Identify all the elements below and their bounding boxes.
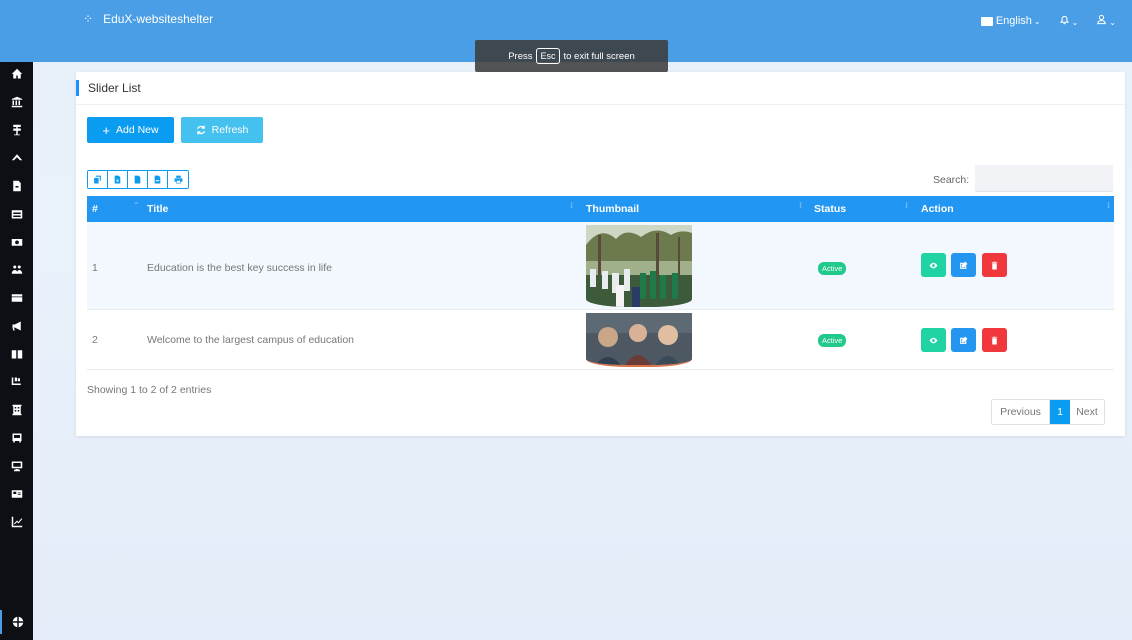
row-title: Welcome to the largest campus of educati… [147, 334, 355, 346]
bus-icon[interactable] [0, 426, 33, 450]
sort-icon: ⁝ [905, 201, 909, 210]
search-label: Search: [933, 174, 970, 186]
toast-press: Press [508, 50, 533, 62]
eye-icon [929, 337, 938, 343]
file-icon[interactable] [0, 174, 33, 198]
institution-icon[interactable] [0, 90, 33, 114]
delete-button[interactable] [982, 253, 1007, 277]
building-icon[interactable] [0, 398, 33, 422]
column-header-status[interactable]: Status [814, 203, 846, 215]
brand-title: EduX-websiteshelter [103, 12, 214, 26]
refresh-icon [196, 125, 205, 135]
search-input[interactable] [975, 165, 1113, 192]
id-card-icon[interactable] [0, 482, 33, 506]
toast-message: to exit full screen [563, 50, 635, 62]
notifications-menu[interactable]: ⌄ [1059, 14, 1079, 28]
book-icon[interactable] [0, 342, 33, 366]
column-header-action[interactable]: Action [921, 203, 954, 215]
users-icon[interactable] [0, 258, 33, 282]
chart-line-icon[interactable] [0, 510, 33, 534]
brand[interactable]: ⁘ EduX-websiteshelter [83, 12, 213, 26]
edit-icon [960, 261, 968, 269]
export-buttons [87, 170, 189, 189]
bullhorn-icon[interactable] [0, 314, 33, 338]
table-row: 1 Education is the best key success in l… [87, 222, 1114, 310]
delete-button[interactable] [982, 328, 1007, 352]
sidebar [0, 62, 33, 640]
camera-icon[interactable] [0, 230, 33, 254]
chevron-down-icon: ⌄ [1071, 18, 1079, 27]
slider-list-panel: Slider List + Add New Refresh Search: # … [76, 72, 1125, 436]
previous-page-button[interactable]: Previous [992, 400, 1050, 424]
view-button[interactable] [921, 253, 946, 277]
print-icon[interactable] [168, 171, 188, 188]
graduation-cap-icon[interactable] [0, 146, 33, 170]
refresh-button[interactable]: Refresh [181, 117, 263, 143]
plus-icon: + [102, 122, 110, 138]
page-1-button[interactable]: 1 [1050, 400, 1070, 424]
home-icon[interactable] [0, 62, 33, 86]
calendar-icon[interactable] [0, 202, 33, 226]
trash-icon [991, 261, 998, 269]
thumbnail-image [586, 313, 692, 367]
row-number: 1 [92, 262, 98, 274]
language-label: English [995, 15, 1032, 27]
globe-icon[interactable] [0, 610, 33, 634]
refresh-label: Refresh [211, 124, 249, 136]
toast-key: Esc [536, 48, 560, 64]
excel-icon[interactable] [108, 171, 128, 188]
eye-icon [929, 262, 938, 268]
add-new-label: Add New [115, 124, 159, 136]
chevron-down-icon: ⌄ [1109, 18, 1116, 27]
pdf-icon[interactable] [148, 171, 168, 188]
trash-icon [991, 336, 998, 344]
chevron-down-icon: ⌄ [1033, 17, 1041, 26]
row-number: 2 [92, 334, 98, 346]
column-header-number[interactable]: # [92, 203, 98, 215]
user-menu[interactable]: ⌄ [1096, 14, 1116, 28]
dolly-icon[interactable] [0, 370, 33, 394]
page-title: Slider List [76, 72, 1125, 105]
collapse-sidebar-icon[interactable]: ⁘ [83, 12, 93, 26]
user-icon [1097, 14, 1107, 25]
edit-button[interactable] [951, 253, 976, 277]
edit-button[interactable] [951, 328, 976, 352]
desktop-icon[interactable] [0, 454, 33, 478]
edit-icon [960, 336, 968, 344]
pagination: Previous 1 Next [991, 399, 1105, 425]
table-header: # ⌃ Title ⁝ Thumbnail ⁝ Status ⁝ Action … [87, 196, 1114, 222]
thumbnail-image [586, 225, 692, 307]
bell-icon [1059, 15, 1069, 25]
credit-card-icon[interactable] [0, 286, 33, 310]
sort-icon: ⁝ [1107, 201, 1111, 210]
column-header-title[interactable]: Title [147, 203, 168, 215]
status-badge: Active [818, 334, 847, 347]
sort-icon: ⌃ [133, 201, 140, 210]
row-title: Education is the best key success in lif… [147, 262, 333, 274]
language-selector[interactable]: English ⌄ [980, 15, 1041, 27]
table-row: 2 Welcome to the largest campus of educa… [87, 310, 1114, 370]
fullscreen-toast: Press Esc to exit full screen [475, 40, 668, 72]
next-page-button[interactable]: Next [1070, 400, 1104, 424]
csv-icon[interactable] [128, 171, 148, 188]
column-header-thumbnail[interactable]: Thumbnail [586, 203, 639, 215]
copy-icon[interactable] [88, 171, 108, 188]
sort-icon: ⁝ [799, 201, 803, 210]
add-new-button[interactable]: + Add New [87, 117, 174, 143]
award-icon[interactable] [0, 118, 33, 142]
view-button[interactable] [921, 328, 946, 352]
sort-icon: ⁝ [570, 201, 574, 210]
table-info: Showing 1 to 2 of 2 entries [87, 384, 212, 396]
flag-icon [980, 16, 993, 26]
status-badge: Active [818, 262, 847, 275]
